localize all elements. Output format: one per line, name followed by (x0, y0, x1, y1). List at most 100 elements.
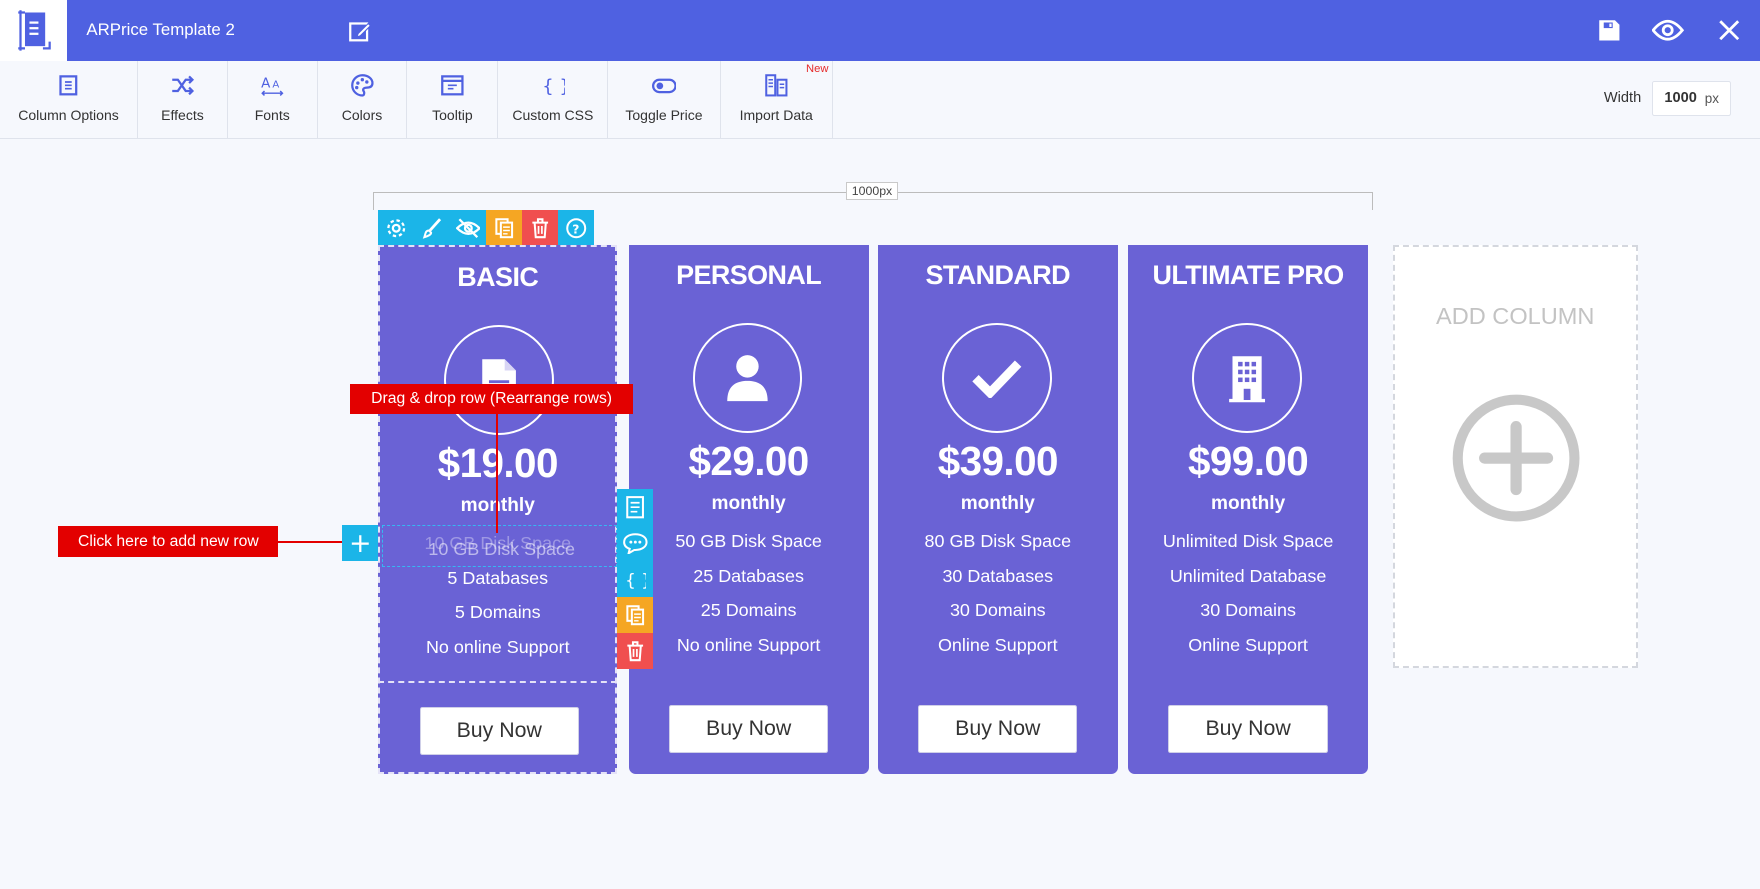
width-label: Width (1603, 89, 1642, 106)
width-value[interactable]: 1000 (1664, 90, 1704, 106)
brush-icon[interactable] (414, 209, 451, 246)
feature-row[interactable]: 80 GB Disk Space (878, 531, 1118, 552)
width-field[interactable]: 1000 px (1652, 80, 1731, 116)
price: $39.00 (937, 437, 1059, 484)
add-column-button[interactable]: ADD COLUMN (1392, 244, 1638, 668)
feature-row[interactable]: Unlimited Disk Space (1128, 531, 1368, 552)
new-badge: New (806, 62, 829, 75)
toolbar-label: Fonts (254, 106, 290, 123)
settings-icon[interactable] (378, 209, 415, 246)
palette-icon (350, 74, 374, 97)
feature-row[interactable]: 5 Databases (380, 568, 615, 589)
feature-row[interactable]: 30 Domains (1128, 600, 1368, 621)
price-period: monthly (1210, 492, 1286, 514)
add-row-button[interactable]: + (342, 525, 379, 562)
toolbar-label: Colors (341, 106, 383, 123)
column-title: ULTIMATE PRO (1152, 260, 1345, 291)
column-actions: ? (378, 209, 594, 246)
toolbar-fonts[interactable]: AA Fonts (228, 60, 318, 139)
tooltip-icon[interactable] (617, 525, 654, 562)
width-unit: px (1704, 90, 1720, 106)
feature-row[interactable]: Online Support (1128, 635, 1368, 656)
plus-circle-icon (1452, 394, 1580, 522)
toolbar-tooltip[interactable]: Tooltip (407, 60, 499, 139)
buy-now-button[interactable]: Buy Now (1168, 704, 1328, 754)
app-header: ARPrice Template 2 (0, 0, 1760, 61)
save-icon[interactable] (1594, 15, 1625, 46)
feature-row[interactable]: No online Support (629, 635, 869, 656)
column-options-icon (59, 75, 78, 96)
toolbar-effects[interactable]: Effects (138, 60, 228, 139)
pricing-column-ultimate-pro[interactable]: ULTIMATE PRO $99.00 monthly Unlimited Di… (1128, 244, 1369, 775)
svg-text:?: ? (572, 222, 579, 236)
font-size-icon: AA (261, 77, 284, 96)
document-logo-icon (0, 0, 68, 61)
ruler-label: 1000px (846, 181, 898, 201)
pricing-column-personal[interactable]: PERSONAL $29.00 monthly 50 GB Disk Space… (628, 244, 869, 775)
feature-row[interactable]: 25 Domains (629, 600, 869, 621)
buy-now-button[interactable]: Buy Now (419, 706, 579, 756)
row-options-icon[interactable] (617, 489, 654, 526)
feature-row[interactable]: Unlimited Database (1128, 566, 1368, 587)
feature-row[interactable]: 25 Databases (629, 566, 869, 587)
footer-separator (378, 681, 618, 684)
column-title: PERSONAL (676, 260, 822, 291)
delete-icon[interactable] (617, 632, 654, 669)
price: $29.00 (688, 437, 810, 484)
import-data-icon (765, 74, 788, 97)
shuffle-icon (172, 75, 195, 96)
delete-icon[interactable] (521, 209, 558, 246)
braces-icon[interactable]: { } (617, 561, 654, 598)
toolbar-label: Toggle Price (625, 106, 703, 123)
toolbar-label: Tooltip (432, 106, 473, 123)
column-title: BASIC (457, 262, 539, 293)
pricing-column-standard[interactable]: STANDARD $39.00 monthly 80 GB Disk Space… (877, 244, 1118, 775)
duplicate-icon[interactable] (617, 597, 654, 633)
column-icon-circle (941, 323, 1052, 434)
add-row-callout: Click here to add new row (58, 526, 279, 557)
svg-text:{ }: { } (625, 570, 646, 590)
building-icon (1228, 355, 1265, 402)
feature-row[interactable]: No online Support (380, 637, 615, 658)
add-column-label: ADD COLUMN (1436, 302, 1595, 329)
svg-text:A: A (272, 80, 279, 91)
callout-connector (496, 413, 499, 534)
feature-row[interactable]: 50 GB Disk Space (629, 531, 869, 552)
braces-icon: { } (543, 76, 565, 97)
svg-text:{ }: { } (543, 76, 565, 97)
toolbar-column-options[interactable]: Column Options (0, 60, 139, 139)
close-icon[interactable] (1714, 15, 1745, 46)
toolbar-label: Import Data (739, 106, 813, 123)
duplicate-icon[interactable] (485, 209, 522, 246)
column-title: STANDARD (925, 260, 1071, 291)
svg-text:A: A (261, 77, 271, 92)
page-title: ARPrice Template 2 (86, 20, 235, 40)
drag-ghost-row[interactable]: 10 GB Disk Space (384, 539, 620, 560)
feature-row[interactable]: 30 Domains (878, 600, 1118, 621)
preview-eye-icon[interactable] (1652, 15, 1684, 46)
toolbar-colors[interactable]: Colors (318, 60, 408, 139)
column-icon-circle (1191, 323, 1302, 434)
toolbar-import-data[interactable]: Import Data New (721, 60, 833, 139)
drag-row-callout: Drag & drop row (Rearrange rows) (350, 383, 634, 415)
checkmark-icon (972, 360, 1022, 399)
callout-connector (278, 540, 343, 544)
buy-now-button[interactable]: Buy Now (918, 704, 1078, 754)
feature-row[interactable]: 5 Domains (380, 602, 615, 623)
price-period: monthly (960, 492, 1035, 514)
toolbar-toggle-price[interactable]: Toggle Price (608, 60, 721, 139)
feature-row[interactable]: 30 Databases (878, 566, 1118, 587)
feature-row[interactable]: Online Support (878, 635, 1118, 656)
help-icon[interactable]: ? (557, 209, 594, 246)
toolbar-label: Custom CSS (512, 106, 594, 123)
hide-eye-icon[interactable] (450, 209, 486, 246)
toolbar-custom-css[interactable]: { } Custom CSS (498, 60, 609, 139)
toggle-icon (651, 78, 677, 94)
tooltip-icon (441, 75, 464, 96)
buy-now-button[interactable]: Buy Now (668, 704, 829, 754)
price-period: monthly (711, 492, 786, 514)
edit-title-icon[interactable] (348, 19, 373, 44)
row-actions: { } (617, 489, 654, 669)
toolbar-label: Column Options (18, 106, 119, 123)
user-icon (727, 354, 768, 401)
